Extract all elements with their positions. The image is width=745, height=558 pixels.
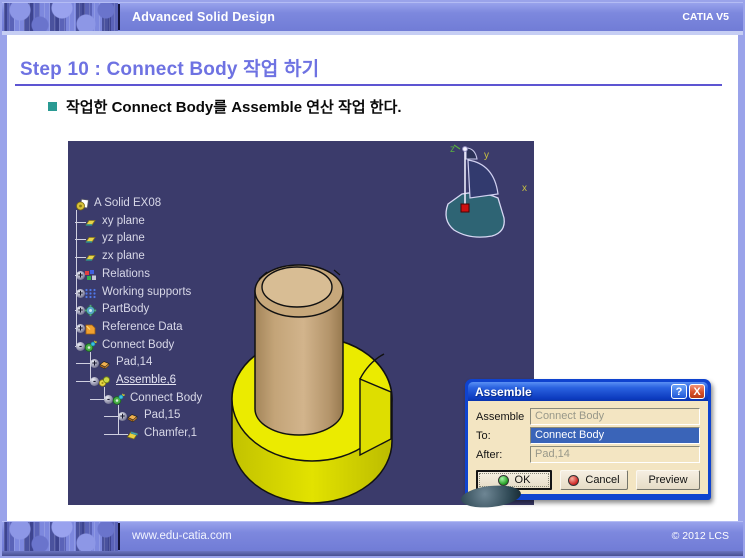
tree-node-label: yz plane bbox=[102, 232, 145, 244]
tree-node-label: Pad,15 bbox=[144, 409, 180, 421]
course-title: Advanced Solid Design bbox=[132, 3, 275, 31]
page-title: Step 10 : Connect Body 작업 하기 bbox=[20, 54, 319, 81]
tree-node-working-supports[interactable]: +Working supports bbox=[68, 285, 288, 301]
slide: Advanced Solid Design CATIA V5 Step 10 :… bbox=[0, 0, 745, 558]
dialog-body: AssembleConnect BodyTo:Connect BodyAfter… bbox=[468, 401, 708, 494]
tree-node-label: Chamfer,1 bbox=[144, 427, 197, 439]
tree-node-partbody[interactable]: +PartBody bbox=[68, 302, 288, 318]
footer-url: www.edu-catia.com bbox=[132, 522, 232, 551]
supports-icon bbox=[84, 287, 97, 300]
assemble-icon bbox=[98, 375, 111, 388]
dialog-titlebar[interactable]: Assemble ? X bbox=[468, 382, 708, 401]
bullet-marker bbox=[48, 102, 57, 111]
tree-node-pad-14[interactable]: +Pad,14 bbox=[68, 355, 288, 371]
dialog-field-value[interactable]: Connect Body bbox=[530, 408, 700, 425]
footer-decoration bbox=[4, 522, 118, 551]
compass-arc bbox=[468, 160, 498, 198]
cancel-led-icon bbox=[568, 475, 579, 486]
tree-branch-line bbox=[104, 434, 128, 435]
dialog-title: Assemble bbox=[475, 385, 669, 399]
tree-node-connect-body[interactable]: -Connect Body bbox=[68, 391, 288, 407]
tree-node-label: PartBody bbox=[102, 303, 149, 315]
tree-node-label: Relations bbox=[102, 268, 150, 280]
cancel-label: Cancel bbox=[585, 474, 619, 486]
help-button[interactable]: ? bbox=[671, 384, 687, 399]
partbody-icon bbox=[84, 304, 97, 317]
z-axis-label: z bbox=[450, 144, 455, 155]
tree-trunk-line bbox=[90, 352, 91, 381]
footer-copyright: © 2012 LCS bbox=[672, 522, 729, 551]
tree-node-chamfer-1[interactable]: Chamfer,1 bbox=[68, 426, 288, 442]
relations-icon bbox=[84, 269, 97, 282]
refdata-icon bbox=[84, 322, 97, 335]
y-axis-label: y bbox=[484, 150, 489, 161]
dialog-field-label: Assemble bbox=[476, 411, 530, 423]
tree-node-connect-body[interactable]: -Connect Body bbox=[68, 338, 288, 354]
bullet-text: 작업한 Connect Body를 Assemble 연산 작업 한다. bbox=[66, 96, 402, 117]
tree-trunk-line bbox=[118, 405, 119, 434]
tree-node-label: Connect Body bbox=[102, 339, 174, 351]
tree-node-label: Working supports bbox=[102, 286, 191, 298]
header-separator bbox=[118, 4, 120, 30]
ok-label: OK bbox=[515, 474, 531, 486]
tree-node-xy-plane[interactable]: xy plane bbox=[68, 214, 288, 230]
dialog-field-value[interactable]: Connect Body bbox=[530, 427, 700, 444]
compass-knob bbox=[463, 147, 468, 152]
brand-label: CATIA V5 bbox=[682, 3, 729, 31]
assemble-dialog: Assemble ? X AssembleConnect BodyTo:Conn… bbox=[465, 379, 711, 500]
cancel-button[interactable]: Cancel bbox=[560, 470, 628, 490]
preview-label: Preview bbox=[648, 474, 687, 486]
tree-trunk-line bbox=[76, 210, 77, 346]
plane-icon bbox=[84, 251, 97, 264]
plane-icon bbox=[84, 233, 97, 246]
tree-node-label: xy plane bbox=[102, 215, 145, 227]
tree-node-label: Reference Data bbox=[102, 321, 183, 333]
tree-node-relations[interactable]: +Relations bbox=[68, 267, 288, 283]
view-compass[interactable]: z y x bbox=[440, 142, 534, 244]
dialog-field-label: To: bbox=[476, 430, 530, 442]
part-icon bbox=[76, 198, 89, 211]
footer-separator bbox=[118, 523, 120, 550]
tree-node-label: zx plane bbox=[102, 250, 145, 262]
dialog-fields: AssembleConnect BodyTo:Connect BodyAfter… bbox=[476, 408, 700, 463]
connectbody-icon bbox=[84, 340, 97, 353]
tree-node-label: A Solid EX08 bbox=[94, 197, 161, 209]
header-banner: Advanced Solid Design CATIA V5 bbox=[2, 2, 743, 32]
header-decoration bbox=[4, 3, 118, 31]
tree-node-reference-data[interactable]: +Reference Data bbox=[68, 320, 288, 336]
dialog-field-label: After: bbox=[476, 449, 530, 461]
compass-anchor bbox=[461, 204, 469, 212]
chamfer-icon bbox=[126, 428, 139, 441]
preview-button[interactable]: Preview bbox=[636, 470, 700, 490]
footer-strip bbox=[2, 551, 743, 556]
pad-icon bbox=[126, 410, 139, 423]
title-underline bbox=[15, 84, 722, 86]
x-axis-label: x bbox=[522, 183, 527, 194]
tree-node-pad-15[interactable]: +Pad,15 bbox=[68, 408, 288, 424]
tree-node-assemble-6[interactable]: -Assemble,6 bbox=[68, 373, 288, 389]
dialog-field-row: AssembleConnect Body bbox=[476, 408, 700, 425]
footer-banner: www.edu-catia.com © 2012 LCS bbox=[2, 521, 743, 552]
tree-node-a-solid-ex08[interactable]: A Solid EX08 bbox=[68, 196, 288, 212]
close-button[interactable]: X bbox=[689, 384, 705, 399]
compass-base-plane bbox=[446, 193, 504, 237]
tree-node-label: Pad,14 bbox=[116, 356, 152, 368]
dialog-field-row: After:Pad,14 bbox=[476, 446, 700, 463]
bullet-row: 작업한 Connect Body를 Assemble 연산 작업 한다. bbox=[48, 96, 402, 117]
tree-node-yz-plane[interactable]: yz plane bbox=[68, 231, 288, 247]
tree-node-label: Connect Body bbox=[130, 392, 202, 404]
plane-icon bbox=[84, 216, 97, 229]
tree-node-zx-plane[interactable]: zx plane bbox=[68, 249, 288, 265]
ok-led-icon bbox=[498, 475, 509, 486]
dialog-field-value[interactable]: Pad,14 bbox=[530, 446, 700, 463]
tree-trunk-line bbox=[104, 387, 105, 399]
tree-node-label: Assemble,6 bbox=[116, 374, 176, 386]
dialog-field-row: To:Connect Body bbox=[476, 427, 700, 444]
pad-icon bbox=[98, 357, 111, 370]
connectbody-icon bbox=[112, 393, 125, 406]
